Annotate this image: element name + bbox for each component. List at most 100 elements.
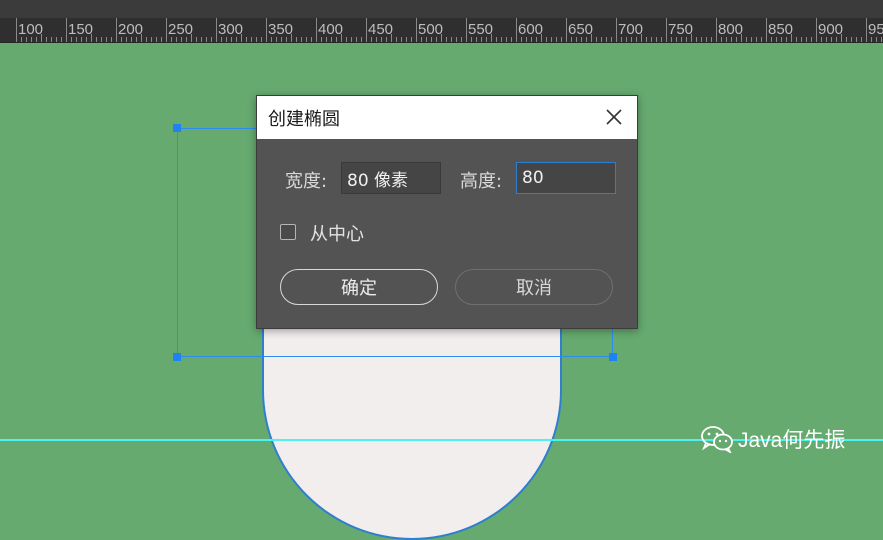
ruler-minor-tick xyxy=(686,37,687,42)
wechat-icon xyxy=(700,425,734,455)
ruler-minor-tick xyxy=(486,37,487,42)
ruler-minor-tick xyxy=(96,37,97,42)
ruler-label: 650 xyxy=(568,21,594,38)
ruler-label: 400 xyxy=(318,21,344,38)
ruler-minor-tick xyxy=(231,37,232,42)
ruler-minor-tick xyxy=(206,37,207,42)
ruler-minor-tick xyxy=(196,37,197,42)
ruler-minor-tick xyxy=(851,37,852,42)
ruler-minor-tick xyxy=(191,34,192,42)
ruler-minor-tick xyxy=(661,37,662,42)
ruler-minor-tick xyxy=(761,37,762,42)
ruler-minor-tick xyxy=(821,37,822,42)
ruler-minor-tick xyxy=(171,37,172,42)
ruler-minor-tick xyxy=(311,37,312,42)
selection-handle-top-left[interactable] xyxy=(173,124,181,132)
ruler-minor-tick xyxy=(511,37,512,42)
ruler-minor-tick xyxy=(571,37,572,42)
ruler-label: 700 xyxy=(618,21,644,38)
ruler-minor-tick xyxy=(111,37,112,42)
ruler-major-tick xyxy=(866,18,867,42)
ruler-label: 900 xyxy=(818,21,844,38)
ruler-minor-tick xyxy=(41,34,42,42)
ruler-minor-tick xyxy=(461,37,462,42)
ruler-major-tick xyxy=(816,18,817,42)
ruler-minor-tick xyxy=(876,37,877,42)
ruler-minor-tick xyxy=(331,37,332,42)
ruler-minor-tick xyxy=(391,34,392,42)
top-toolbar-strip xyxy=(0,0,883,18)
ruler-minor-tick xyxy=(856,37,857,42)
ruler-label: 800 xyxy=(718,21,744,38)
ruler-minor-tick xyxy=(591,34,592,42)
ruler-minor-tick xyxy=(146,37,147,42)
ruler-minor-tick xyxy=(101,37,102,42)
watermark: Java何先振 xyxy=(700,424,846,455)
ruler-minor-tick xyxy=(36,37,37,42)
ruler-minor-tick xyxy=(381,37,382,42)
selection-handle-bottom-left[interactable] xyxy=(173,353,181,361)
ruler-major-tick xyxy=(266,18,267,42)
ruler-minor-tick xyxy=(396,37,397,42)
ruler-minor-tick xyxy=(131,37,132,42)
horizontal-ruler[interactable]: 100 150 200 250 300 350 400 450 500 550 600 650 700 7… xyxy=(0,18,883,43)
ruler-minor-tick xyxy=(506,37,507,42)
ruler-label: 750 xyxy=(668,21,694,38)
ruler-minor-tick xyxy=(481,37,482,42)
from-center-label[interactable]: 从中心 xyxy=(310,220,364,246)
ruler-minor-tick xyxy=(406,37,407,42)
ruler-minor-tick xyxy=(426,37,427,42)
width-input[interactable]: 80 像素 xyxy=(341,162,441,194)
ruler-minor-tick xyxy=(691,34,692,42)
ruler-minor-tick xyxy=(71,37,72,42)
ruler-minor-tick xyxy=(291,34,292,42)
ruler-minor-tick xyxy=(446,37,447,42)
ruler-minor-tick xyxy=(301,37,302,42)
ruler-minor-tick xyxy=(226,37,227,42)
ruler-minor-tick xyxy=(276,37,277,42)
ruler-minor-tick xyxy=(581,37,582,42)
ruler-minor-tick xyxy=(356,37,357,42)
ruler-minor-tick xyxy=(296,37,297,42)
watermark-text: Java何先振 xyxy=(738,429,846,452)
ruler-minor-tick xyxy=(376,37,377,42)
ruler-minor-tick xyxy=(731,37,732,42)
dialog-title-bar: 创建椭圆 xyxy=(257,96,637,139)
ruler-minor-tick xyxy=(411,37,412,42)
ruler-minor-tick xyxy=(781,37,782,42)
ruler-label: 100 xyxy=(18,21,44,38)
ruler-minor-tick xyxy=(451,37,452,42)
selection-handle-bottom-right[interactable] xyxy=(609,353,617,361)
ruler-minor-tick xyxy=(151,37,152,42)
ruler-minor-tick xyxy=(251,37,252,42)
from-center-checkbox[interactable] xyxy=(280,224,296,240)
ruler-minor-tick xyxy=(721,37,722,42)
ruler-minor-tick xyxy=(306,37,307,42)
ruler-minor-tick xyxy=(186,37,187,42)
ruler-major-tick xyxy=(516,18,517,42)
ok-button[interactable]: 确定 xyxy=(280,269,438,305)
ruler-minor-tick xyxy=(546,37,547,42)
close-icon[interactable] xyxy=(603,106,625,128)
height-label: 高度: xyxy=(460,171,503,192)
ruler-minor-tick xyxy=(21,37,22,42)
ruler-minor-tick xyxy=(441,34,442,42)
ruler-minor-tick xyxy=(236,37,237,42)
ruler-minor-tick xyxy=(246,37,247,42)
ruler-minor-tick xyxy=(26,37,27,42)
ruler-major-tick xyxy=(16,18,17,42)
cancel-button[interactable]: 取消 xyxy=(455,269,613,305)
ruler-minor-tick xyxy=(746,37,747,42)
ruler-minor-tick xyxy=(106,37,107,42)
ruler-major-tick xyxy=(666,18,667,42)
ruler-minor-tick xyxy=(751,37,752,42)
ruler-minor-tick xyxy=(711,37,712,42)
create-ellipse-dialog: 创建椭圆 宽度: 80 像素 高度: 80 从中心 确定 取消 xyxy=(256,95,638,329)
ruler-minor-tick xyxy=(456,37,457,42)
ruler-minor-tick xyxy=(421,37,422,42)
height-input[interactable]: 80 xyxy=(516,162,616,194)
ruler-minor-tick xyxy=(771,37,772,42)
ruler-minor-tick xyxy=(726,37,727,42)
ruler-minor-tick xyxy=(706,37,707,42)
ruler-minor-tick xyxy=(561,37,562,42)
